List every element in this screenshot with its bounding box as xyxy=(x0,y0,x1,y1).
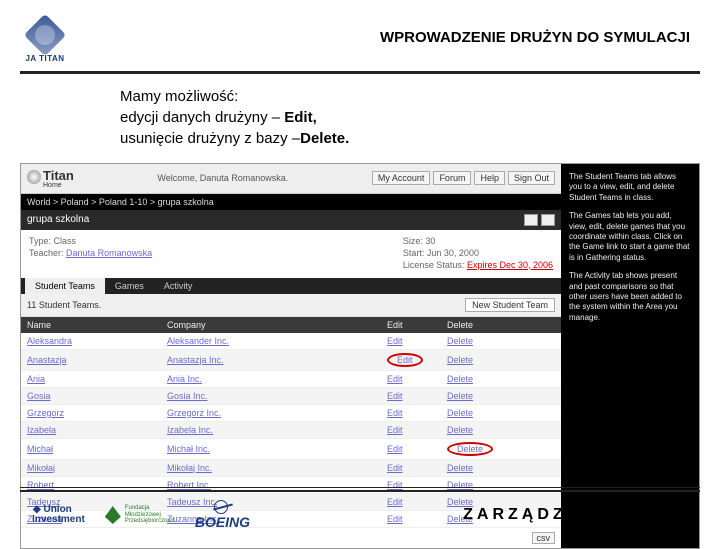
help-paragraph: The Games tab lets you add, view, edit, … xyxy=(569,211,691,263)
bullet-text: Mamy możliwość: edycji danych drużyny – … xyxy=(120,86,720,149)
edit-link[interactable]: Edit xyxy=(387,463,403,473)
table-row: Anastazja Anastazja Inc. Edit Delete xyxy=(21,350,561,371)
col-company: Company xyxy=(161,317,381,333)
boeing-logo: BOEING xyxy=(195,500,250,530)
team-name-link[interactable]: Grzegorz xyxy=(27,408,64,418)
table-row: Izabela Izabela Inc. Edit Delete xyxy=(21,422,561,439)
delete-link[interactable]: Delete xyxy=(447,391,473,401)
teams-count: 11 Student Teams. xyxy=(27,300,101,310)
company-link[interactable]: Anastazja Inc. xyxy=(167,355,224,365)
delete-section-icon[interactable] xyxy=(541,214,555,226)
tab-activity[interactable]: Activity xyxy=(154,278,203,294)
team-name-link[interactable]: Aleksandra xyxy=(27,336,72,346)
edit-link[interactable]: Edit xyxy=(387,408,403,418)
slide-title: WPROWADZENIE DRUŻYN DO SYMULACJI xyxy=(90,29,700,46)
section-title: grupa szkolna xyxy=(27,214,89,225)
team-name-link[interactable]: Mikołaj xyxy=(27,463,55,473)
help-paragraph: The Activity tab shows present and past … xyxy=(569,271,691,323)
company-link[interactable]: Michał Inc. xyxy=(167,444,210,454)
col-name: Name xyxy=(21,317,161,333)
company-link[interactable]: Aleksander Inc. xyxy=(167,336,229,346)
company-link[interactable]: Mikołaj Inc. xyxy=(167,463,212,473)
delete-link[interactable]: Delete xyxy=(447,355,473,365)
team-name-link[interactable]: Gosia xyxy=(27,391,51,401)
company-link[interactable]: Izabela Inc. xyxy=(167,425,213,435)
footer-title: ZARZĄDZANIE FIRMĄ xyxy=(463,506,700,524)
edit-section-icon[interactable] xyxy=(524,214,538,226)
fundacja-logo: Fundacja Młodzieżowej Przedsiębiorczości xyxy=(105,505,175,525)
edit-link[interactable]: Edit xyxy=(387,374,403,384)
edit-link[interactable]: Edit xyxy=(387,391,403,401)
edit-link[interactable]: Edit xyxy=(387,336,403,346)
union-investment-logo: ◆ Union Investment xyxy=(20,505,85,525)
help-button[interactable]: Help xyxy=(474,171,505,185)
company-link[interactable]: Grzegorz Inc. xyxy=(167,408,221,418)
my-account-button[interactable]: My Account xyxy=(372,171,431,185)
delete-link[interactable]: Delete xyxy=(447,463,473,473)
table-row: Grzegorz Grzegorz Inc. Edit Delete xyxy=(21,405,561,422)
titan-logo: Titan Home xyxy=(27,168,74,189)
table-row: Mikołaj Mikołaj Inc. Edit Delete xyxy=(21,460,561,477)
table-row: Gosia Gosia Inc. Edit Delete xyxy=(21,388,561,405)
ja-titan-logo: JA TITAN xyxy=(20,20,70,65)
col-delete: Delete xyxy=(441,317,501,333)
teacher-link[interactable]: Danuta Romanowska xyxy=(66,248,152,258)
table-row: Michał Michał Inc. Edit Delete xyxy=(21,439,561,460)
edit-link[interactable]: Edit xyxy=(387,355,423,365)
company-link[interactable]: Ania Inc. xyxy=(167,374,202,384)
company-link[interactable]: Gosia Inc. xyxy=(167,391,208,401)
team-name-link[interactable]: Michał xyxy=(27,444,53,454)
csv-export[interactable]: csv xyxy=(532,532,556,544)
edit-link[interactable]: Edit xyxy=(387,444,403,454)
delete-link[interactable]: Delete xyxy=(447,374,473,384)
forum-button[interactable]: Forum xyxy=(433,171,471,185)
team-name-link[interactable]: Ania xyxy=(27,374,45,384)
help-paragraph: The Student Teams tab allows you to a vi… xyxy=(569,172,691,203)
edit-link[interactable]: Edit xyxy=(387,425,403,435)
license-status: Expires Dec 30, 2006 xyxy=(467,260,553,270)
team-name-link[interactable]: Izabela xyxy=(27,425,56,435)
delete-link[interactable]: Delete xyxy=(447,336,473,346)
new-student-team-button[interactable]: New Student Team xyxy=(465,298,555,312)
sign-out-button[interactable]: Sign Out xyxy=(508,171,555,185)
breadcrumb[interactable]: World > Poland > Poland 1-10 > grupa szk… xyxy=(21,194,561,210)
welcome-text: Welcome, Danuta Romanowska. xyxy=(74,173,372,183)
delete-link[interactable]: Delete xyxy=(447,408,473,418)
tab-games[interactable]: Games xyxy=(105,278,154,294)
tab-student-teams[interactable]: Student Teams xyxy=(25,278,105,294)
table-row: Ania Ania Inc. Edit Delete xyxy=(21,371,561,388)
col-edit: Edit xyxy=(381,317,441,333)
table-row: Aleksandra Aleksander Inc. Edit Delete xyxy=(21,333,561,350)
delete-link[interactable]: Delete xyxy=(447,444,493,454)
delete-link[interactable]: Delete xyxy=(447,425,473,435)
team-name-link[interactable]: Anastazja xyxy=(27,355,67,365)
